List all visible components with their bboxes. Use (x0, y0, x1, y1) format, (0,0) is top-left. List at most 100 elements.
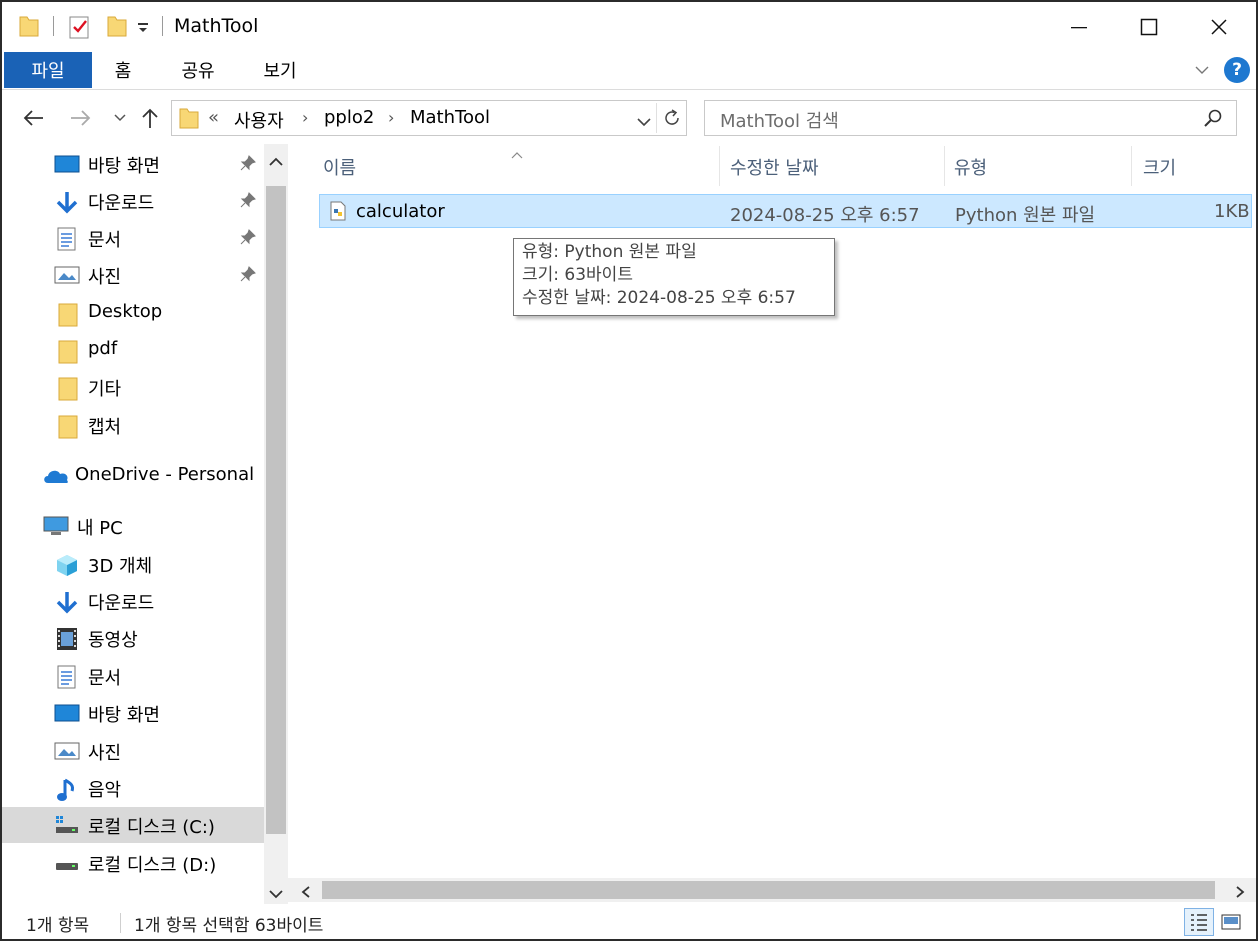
scroll-right-icon[interactable] (1234, 883, 1246, 904)
search-placeholder: MathTool 검색 (720, 111, 839, 132)
expand-ribbon-icon[interactable] (1194, 61, 1210, 82)
nav-item-drive-d[interactable]: 로컬 디스크 (D:) (2, 845, 264, 881)
pin-icon[interactable] (240, 229, 256, 250)
nav-item-label: 로컬 디스크 (D:) (88, 855, 217, 876)
download-icon (55, 590, 79, 614)
nav-item-label: 로컬 디스크 (C:) (88, 817, 215, 838)
nav-item-quick-desktop[interactable]: 바탕 화면 (2, 146, 264, 182)
large-icons-view-button[interactable] (1216, 908, 1246, 936)
recent-locations-chevron-icon[interactable] (106, 104, 134, 132)
picture-icon (54, 740, 80, 762)
search-icon[interactable] (1203, 108, 1223, 133)
document-icon (56, 227, 80, 251)
music-icon (56, 777, 80, 801)
breadcrumb-pplo2[interactable]: pplo2 (324, 107, 374, 128)
nav-item-label: pdf (88, 338, 118, 359)
window-title: MathTool (174, 15, 259, 37)
details-view-button[interactable] (1184, 908, 1214, 936)
pin-icon[interactable] (240, 192, 256, 213)
up-button[interactable] (136, 104, 164, 132)
nav-item-music[interactable]: 음악 (2, 770, 264, 806)
nav-item-label: 다운로드 (88, 593, 155, 614)
document-icon (56, 665, 80, 689)
nav-scrollbar[interactable] (264, 144, 288, 904)
horizontal-scrollbar[interactable] (288, 878, 1256, 902)
nav-item-videos[interactable]: 동영상 (2, 620, 264, 656)
file-name: calculator (356, 201, 445, 222)
computer-icon (42, 515, 69, 537)
python-file-icon (329, 201, 347, 226)
nav-item-downloads[interactable]: 다운로드 (2, 583, 264, 619)
tab-file[interactable]: 파일 (4, 52, 92, 88)
pin-icon[interactable] (240, 266, 256, 287)
scroll-left-icon[interactable] (300, 883, 312, 904)
breadcrumb-overflow[interactable]: « (208, 107, 219, 128)
forward-button[interactable] (66, 104, 94, 132)
column-header-type[interactable]: 유형 (954, 154, 987, 180)
minimize-button[interactable] (1044, 2, 1114, 52)
status-selection: 1개 항목 선택함 63바이트 (134, 916, 324, 936)
column-header-size[interactable]: 크기 (1143, 154, 1176, 180)
nav-item-documents[interactable]: 문서 (2, 658, 264, 694)
pin-icon[interactable] (240, 155, 256, 176)
file-row-calculator[interactable]: calculator 2024-08-25 오후 6:57 Python 원본 … (319, 194, 1252, 228)
search-input[interactable]: MathTool 검색 (704, 100, 1237, 136)
ribbon-tabs: 파일 홈 공유 보기 ? (2, 52, 1256, 90)
help-icon[interactable]: ? (1224, 57, 1250, 83)
horizontal-scrollbar-thumb[interactable] (322, 881, 1215, 899)
properties-icon[interactable] (68, 14, 92, 45)
nav-item-3d-objects[interactable]: 3D 개체 (2, 546, 264, 582)
nav-scrollbar-thumb[interactable] (266, 186, 286, 834)
download-icon (55, 190, 79, 214)
refresh-icon[interactable] (662, 108, 682, 133)
tab-view[interactable]: 보기 (252, 52, 308, 88)
nav-item-capture-folder[interactable]: 캡처 (2, 407, 264, 443)
nav-item-pdf-folder[interactable]: pdf (2, 332, 264, 368)
nav-item-drive-c[interactable]: 로컬 디스크 (C:) (2, 807, 264, 843)
nav-item-label: Desktop (88, 301, 163, 322)
scroll-down-icon[interactable] (268, 884, 284, 904)
nav-item-desktop[interactable]: 바탕 화면 (2, 695, 264, 731)
desktop-icon (54, 153, 80, 175)
nav-item-label: 사진 (88, 743, 122, 764)
nav-item-etc-folder[interactable]: 기타 (2, 369, 264, 405)
nav-item-this-pc[interactable]: 내 PC (2, 508, 264, 544)
nav-item-label: 동영상 (88, 630, 138, 651)
details-view-icon (1191, 914, 1207, 931)
address-history-chevron-icon[interactable] (636, 112, 652, 133)
status-bar: 1개 항목 1개 항목 선택함 63바이트 (2, 904, 1256, 939)
column-header-name[interactable]: 이름 (323, 154, 356, 180)
breadcrumb-chevron-icon[interactable]: › (302, 108, 308, 127)
sort-ascending-icon (510, 144, 524, 165)
maximize-button[interactable] (1114, 2, 1184, 52)
nav-item-pictures[interactable]: 사진 (2, 733, 264, 769)
tab-share[interactable]: 공유 (170, 52, 226, 88)
close-button[interactable] (1184, 2, 1254, 52)
large-icons-view-icon (1221, 914, 1241, 930)
nav-item-quick-pictures[interactable]: 사진 (2, 257, 264, 293)
customize-toolbar-icon[interactable] (136, 16, 150, 41)
folder-icon (18, 14, 40, 43)
address-bar[interactable]: « 사용자 › pplo2 › MathTool (171, 100, 687, 136)
nav-item-quick-documents[interactable]: 문서 (2, 220, 264, 256)
nav-item-label: 음악 (88, 780, 122, 801)
tab-home[interactable]: 홈 (102, 52, 144, 88)
nav-item-label: 바탕 화면 (88, 156, 160, 177)
nav-item-desktop-folder[interactable]: Desktop (2, 295, 264, 331)
column-header-date[interactable]: 수정한 날짜 (730, 154, 819, 180)
3d-objects-icon (55, 553, 79, 576)
file-list: 이름 수정한 날짜 유형 크기 calculator 2024-08-25 오후… (288, 144, 1256, 904)
scroll-up-icon[interactable] (268, 152, 284, 173)
nav-item-label: 문서 (88, 230, 122, 251)
breadcrumb-users[interactable]: 사용자 (234, 107, 284, 133)
nav-item-quick-downloads[interactable]: 다운로드 (2, 183, 264, 219)
breadcrumb-chevron-icon[interactable]: › (388, 108, 394, 127)
tooltip-type: 유형: Python 원본 파일 (522, 242, 697, 262)
system-drive-icon (54, 814, 78, 836)
nav-item-label: 기타 (88, 379, 122, 400)
nav-item-onedrive[interactable]: OneDrive - Personal (2, 458, 264, 494)
back-button[interactable] (20, 104, 48, 132)
folder-icon (178, 106, 200, 135)
breadcrumb-mathtool[interactable]: MathTool (410, 107, 490, 128)
new-folder-icon[interactable] (106, 14, 128, 43)
